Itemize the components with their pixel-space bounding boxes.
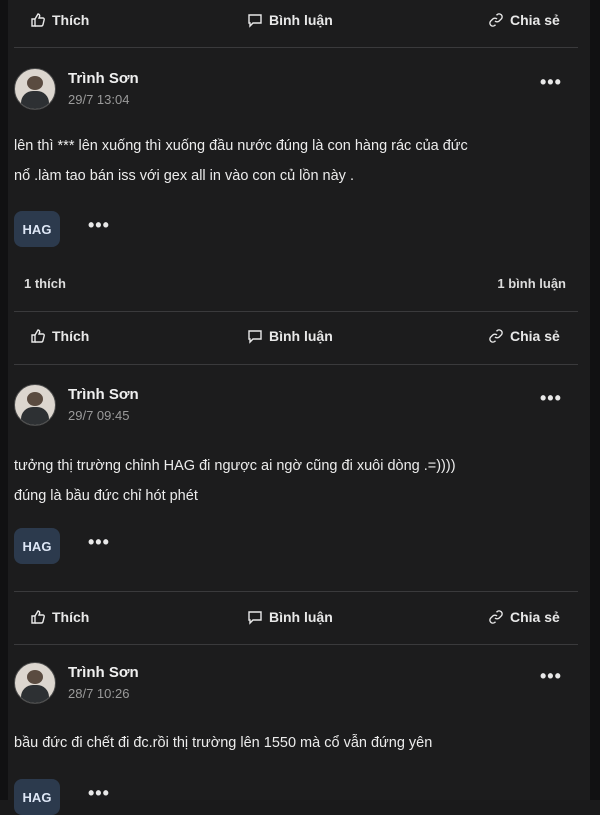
like-button[interactable]: Thích [30,316,89,356]
share-button[interactable]: Chia sẻ [488,597,560,637]
comment-icon [248,611,262,625]
stock-tag[interactable]: HAG [14,528,60,564]
share-label: Chia sẻ [510,328,560,344]
more-icon[interactable]: ••• [540,388,562,409]
post-header: Trình Sơn 29/7 13:04 ••• [8,68,590,128]
avatar[interactable] [14,662,56,704]
tag-row: HAG ••• [14,779,314,815]
feed: Thích Bình luận Chia sẻ Trình Sơn 29/7 1… [8,0,590,815]
comment-label: Bình luận [269,328,333,344]
comment-count[interactable]: 1 bình luận [497,276,566,291]
left-frame-border [0,0,8,800]
author-name[interactable]: Trình Sơn [68,70,139,87]
divider [14,591,578,592]
avatar[interactable] [14,384,56,426]
post-header: Trình Sơn 29/7 09:45 ••• [8,384,590,444]
right-frame-border [590,0,600,800]
avatar[interactable] [14,68,56,110]
post-stats: 1 thích 1 bình luận [8,268,590,298]
comment-button[interactable]: Bình luận [247,0,333,40]
comment-icon [248,330,262,344]
post-time: 29/7 13:04 [68,92,130,107]
post-text: lên thì *** lên xuống thì xuống đầu nước… [14,131,574,191]
post-action-bar: Thích Bình luận Chia sẻ [8,597,590,637]
tag-row: HAG ••• [14,211,314,247]
share-label: Chia sẻ [510,12,560,28]
post-text: tưởng thị trường chỉnh HAG đi ngược ai n… [14,451,574,511]
stock-tag[interactable]: HAG [14,211,60,247]
like-count[interactable]: 1 thích [24,276,66,291]
post-text-line: nổ .làm tao bán iss với gex all in vào c… [14,168,354,184]
like-label: Thích [52,12,90,28]
comment-button[interactable]: Bình luận [247,316,333,356]
more-icon[interactable]: ••• [88,215,110,236]
share-button[interactable]: Chia sẻ [488,316,560,356]
author-name[interactable]: Trình Sơn [68,386,139,403]
more-icon[interactable]: ••• [540,666,562,687]
thumbs-up-icon [31,13,45,27]
comment-label: Bình luận [269,12,333,28]
post-time: 29/7 09:45 [68,408,130,423]
post-text: bầu đức đi chết đi đc.rồi thị trường lên… [14,728,574,758]
stock-tag[interactable]: HAG [14,779,60,815]
post-text-line: bầu đức đi chết đi đc.rồi thị trường lên… [14,735,433,751]
divider [14,644,578,645]
comment-button[interactable]: Bình luận [247,597,333,637]
more-icon[interactable]: ••• [88,783,110,804]
like-label: Thích [52,609,90,625]
author-name[interactable]: Trình Sơn [68,664,139,681]
thumbs-up-icon [31,329,45,343]
post-text-line: đúng là bầu đức chỉ hót phét [14,488,198,504]
comment-label: Bình luận [269,609,333,625]
post-action-bar: Thích Bình luận Chia sẻ [8,0,590,40]
share-label: Chia sẻ [510,609,560,625]
like-button[interactable]: Thích [30,597,89,637]
post-action-bar: Thích Bình luận Chia sẻ [8,316,590,356]
link-icon [489,329,503,343]
share-button[interactable]: Chia sẻ [488,0,560,40]
like-button[interactable]: Thích [30,0,89,40]
more-icon[interactable]: ••• [540,72,562,93]
tag-row: HAG ••• [14,528,314,564]
post-text-line: tưởng thị trường chỉnh HAG đi ngược ai n… [14,458,456,474]
post-time: 28/7 10:26 [68,686,130,701]
link-icon [489,13,503,27]
divider [14,47,578,48]
post-header: Trình Sơn 28/7 10:26 ••• [8,662,590,722]
divider [14,364,578,365]
more-icon[interactable]: ••• [88,532,110,553]
link-icon [489,610,503,624]
divider [14,311,578,312]
thumbs-up-icon [31,610,45,624]
post-text-line: lên thì *** lên xuống thì xuống đầu nước… [14,138,468,154]
like-label: Thích [52,328,90,344]
comment-icon [248,14,262,28]
